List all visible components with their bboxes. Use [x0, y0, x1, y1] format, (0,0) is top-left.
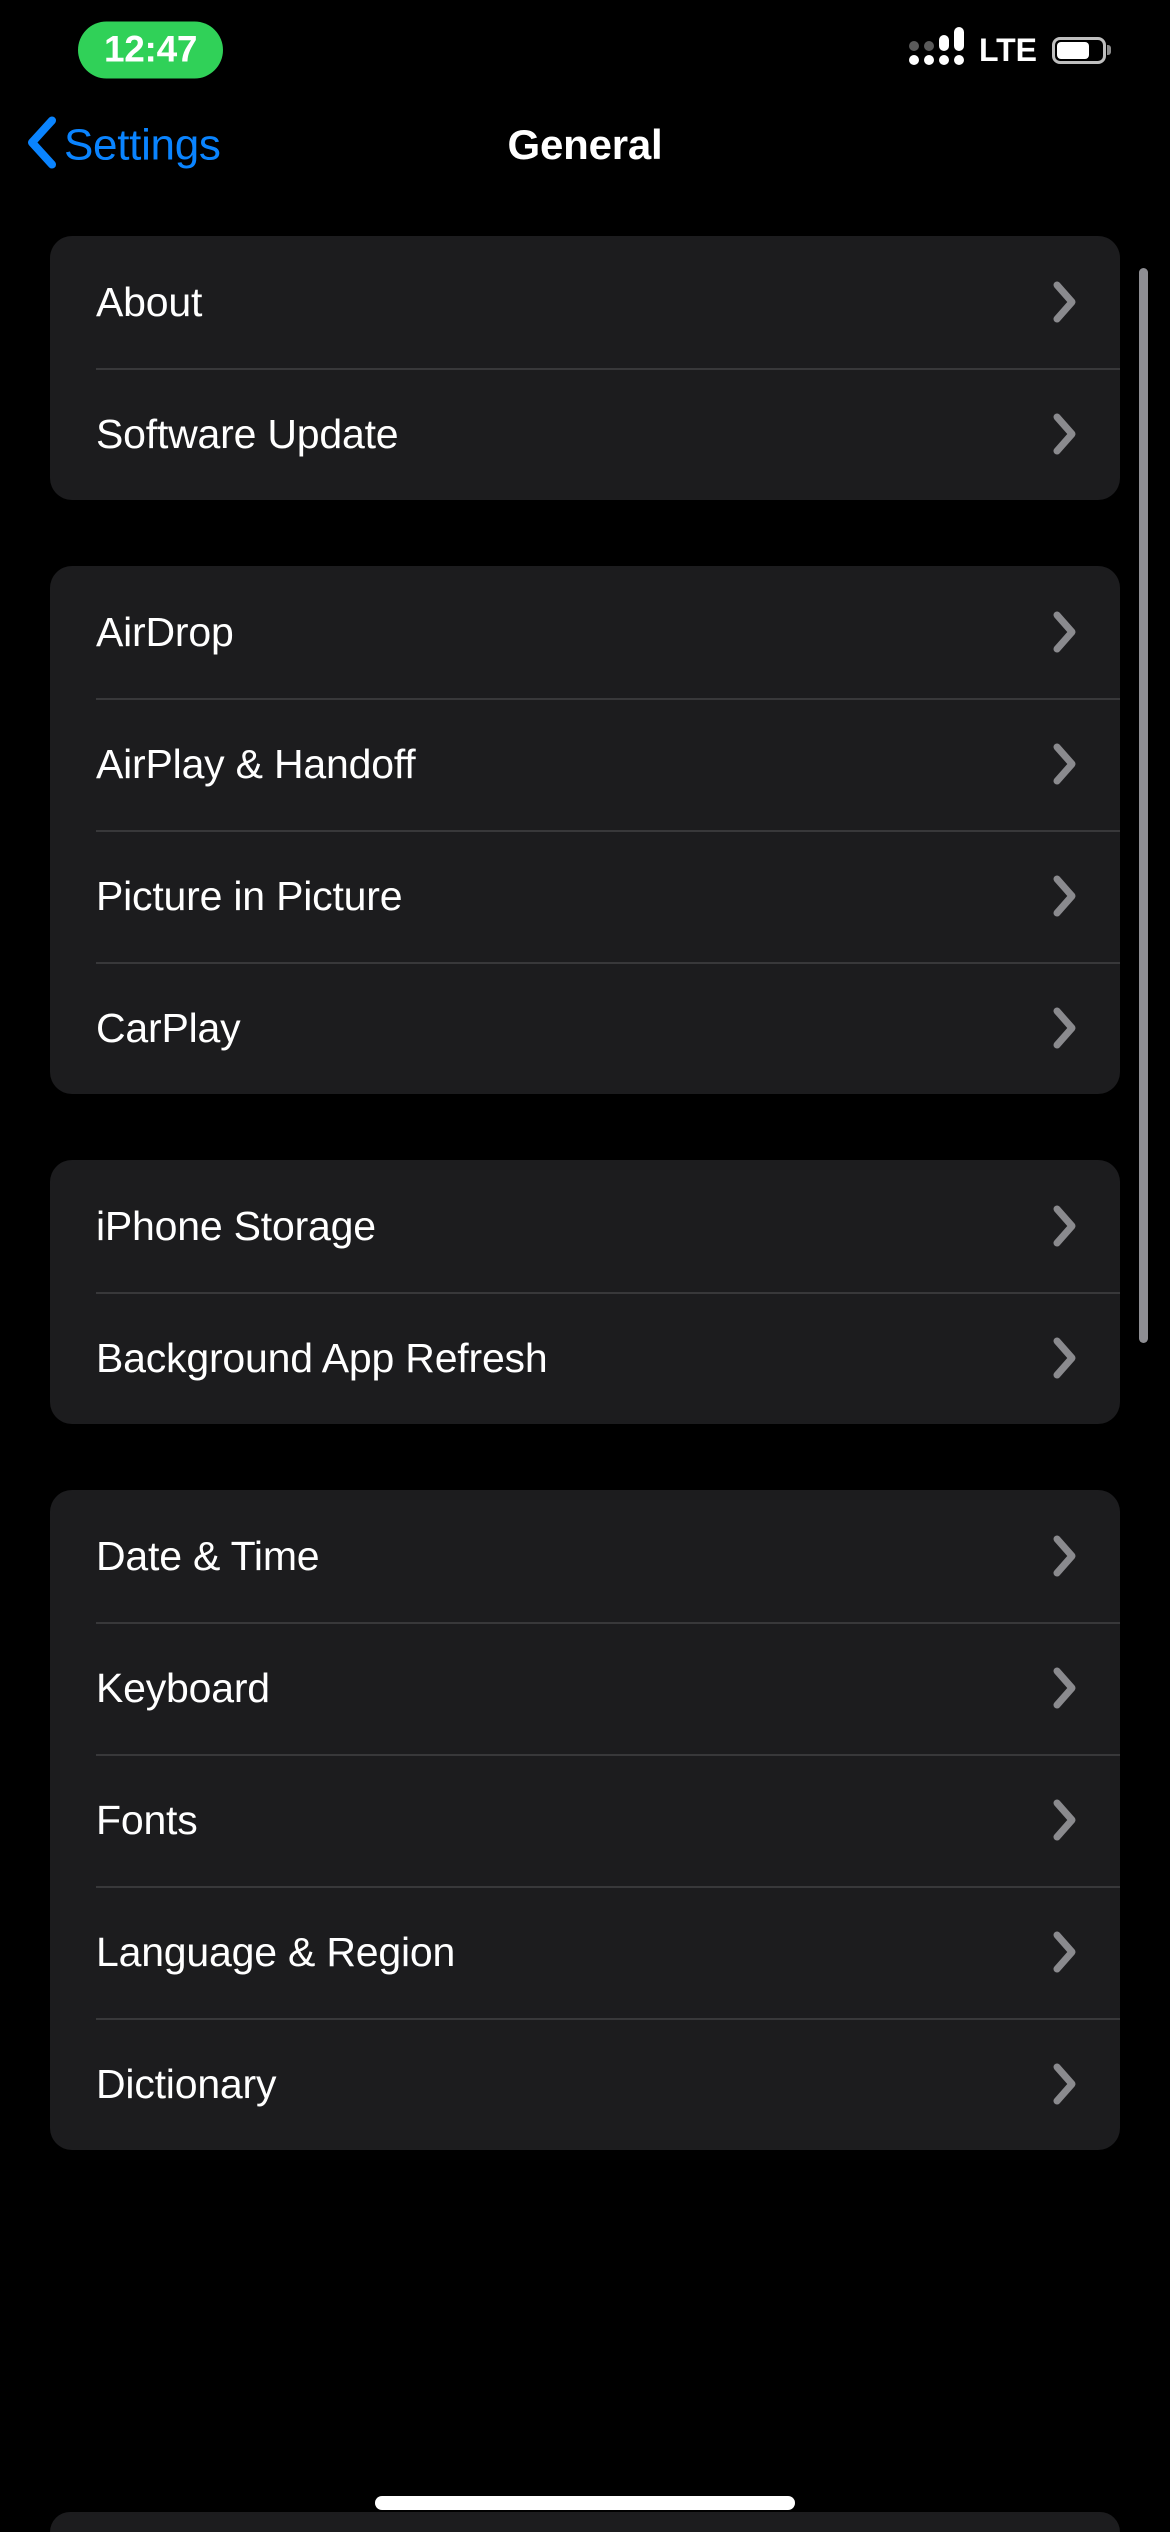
- chevron-right-icon: [1052, 610, 1078, 654]
- settings-row[interactable]: CarPlay: [50, 962, 1120, 1094]
- settings-row[interactable]: Picture in Picture: [50, 830, 1120, 962]
- settings-row-label: Date & Time: [96, 1532, 320, 1579]
- chevron-right-icon: [1052, 742, 1078, 786]
- settings-row-label: iPhone Storage: [96, 1202, 376, 1249]
- settings-row[interactable]: Keyboard: [50, 1622, 1120, 1754]
- settings-row-label: CarPlay: [96, 1004, 241, 1051]
- settings-row[interactable]: Fonts: [50, 1754, 1120, 1886]
- status-bar: 12:47 LTE: [0, 0, 1170, 100]
- home-indicator[interactable]: [375, 2496, 795, 2510]
- navigation-bar: Settings General: [0, 100, 1170, 190]
- chevron-right-icon: [1052, 1006, 1078, 1050]
- chevron-right-icon: [1052, 1798, 1078, 1842]
- settings-row[interactable]: Date & Time: [50, 1490, 1120, 1622]
- settings-row-label: Picture in Picture: [96, 872, 403, 919]
- battery-icon: [1052, 36, 1106, 64]
- settings-row-label: Fonts: [96, 1796, 198, 1843]
- settings-row[interactable]: AirDrop: [50, 566, 1120, 698]
- page-title: General: [507, 121, 663, 168]
- settings-group: About Software Update: [50, 236, 1120, 500]
- settings-group: AirDrop AirPlay & Handoff Picture in Pictu…: [50, 566, 1120, 1094]
- signal-bars-icon: [908, 27, 964, 65]
- settings-row[interactable]: About: [50, 236, 1120, 368]
- settings-row-label: Language & Region: [96, 1928, 456, 1975]
- next-group-peek: [50, 2512, 1120, 2532]
- settings-row-label: About: [96, 278, 203, 325]
- carrier-label: LTE: [978, 32, 1037, 68]
- chevron-right-icon: [1052, 1666, 1078, 1710]
- settings-row-label: Keyboard: [96, 1664, 270, 1711]
- settings-list[interactable]: About Software Update AirDrop AirPlay & Han…: [0, 190, 1170, 2532]
- settings-row[interactable]: Dictionary: [50, 2018, 1120, 2150]
- chevron-right-icon: [1052, 1930, 1078, 1974]
- status-right-cluster: LTE: [908, 27, 1106, 68]
- status-time: 12:47: [104, 28, 198, 70]
- status-time-pill[interactable]: 12:47: [78, 21, 224, 79]
- settings-row-label: Dictionary: [96, 2060, 277, 2107]
- settings-row-label: AirPlay & Handoff: [96, 740, 416, 787]
- vertical-scrollbar[interactable]: [1139, 268, 1148, 1343]
- settings-row[interactable]: iPhone Storage: [50, 1160, 1120, 1292]
- settings-row-label: Background App Refresh: [96, 1334, 548, 1381]
- chevron-right-icon: [1052, 2062, 1078, 2106]
- chevron-right-icon: [1052, 1534, 1078, 1578]
- settings-row[interactable]: Software Update: [50, 368, 1120, 500]
- settings-row-label: Software Update: [96, 410, 399, 457]
- chevron-right-icon: [1052, 1336, 1078, 1380]
- chevron-right-icon: [1052, 412, 1078, 456]
- chevron-right-icon: [1052, 280, 1078, 324]
- settings-row[interactable]: Background App Refresh: [50, 1292, 1120, 1424]
- chevron-right-icon: [1052, 1204, 1078, 1248]
- settings-row-label: AirDrop: [96, 608, 234, 655]
- settings-group: iPhone Storage Background App Refresh: [50, 1160, 1120, 1424]
- chevron-right-icon: [1052, 874, 1078, 918]
- settings-row[interactable]: AirPlay & Handoff: [50, 698, 1120, 830]
- iphone-screen: 12:47 LTE Settings General About Softwar…: [0, 0, 1170, 2532]
- settings-group: Date & Time Keyboard Fonts Language & Regio…: [50, 1490, 1120, 2150]
- settings-row[interactable]: Language & Region: [50, 1886, 1120, 2018]
